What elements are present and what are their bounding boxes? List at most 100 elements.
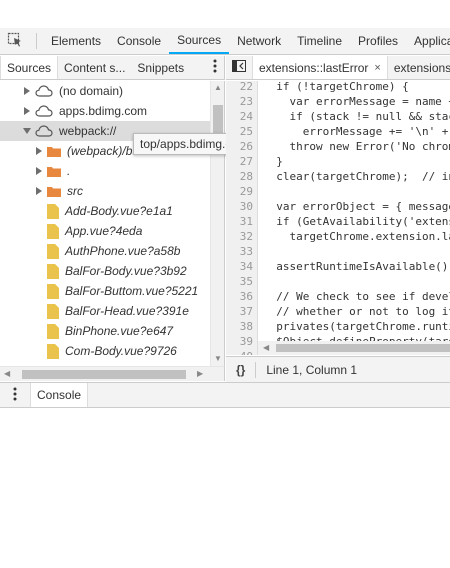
expand-arrow-icon[interactable] — [34, 186, 44, 196]
inspect-element-button[interactable] — [0, 28, 30, 54]
scroll-left-arrow-icon[interactable]: ◀ — [263, 343, 269, 353]
scroll-down-arrow-icon[interactable]: ▼ — [214, 354, 222, 364]
inspect-cursor-icon — [7, 32, 23, 51]
close-icon[interactable]: × — [374, 62, 380, 74]
expand-arrow-icon[interactable] — [34, 166, 44, 176]
expand-arrow-icon[interactable] — [34, 146, 44, 156]
drawer-tab-console[interactable]: Console — [30, 383, 89, 407]
code-text: // whether or not to log it — [263, 305, 450, 318]
code-line[interactable]: 27 } — [226, 154, 450, 169]
code-text: privates(targetChrome.runti — [263, 320, 450, 333]
tree-file-balfor-head[interactable]: BalFor-Head.vue?391e — [0, 301, 210, 321]
line-number[interactable]: 33 — [226, 244, 253, 259]
tree-vertical-scrollbar[interactable]: ▲ ▼ — [210, 81, 225, 366]
code-line[interactable]: 31 if (GetAvailability('extens — [226, 214, 450, 229]
code-line[interactable]: 34 assertRuntimeIsAvailable(); — [226, 259, 450, 274]
scroll-left-arrow-icon[interactable]: ◀ — [4, 369, 10, 379]
line-number[interactable]: 29 — [226, 184, 253, 199]
code-line[interactable]: 32 targetChrome.extension.la — [226, 229, 450, 244]
tree-item-no-domain[interactable]: (no domain) — [0, 81, 210, 101]
code-line[interactable]: 30 var errorObject = { message — [226, 199, 450, 214]
tab-console[interactable]: Console — [109, 28, 169, 54]
code-line[interactable]: 24 if (stack != null && stac — [226, 109, 450, 124]
navigator-tab-sources[interactable]: Sources — [0, 56, 59, 79]
line-number[interactable]: 36 — [226, 289, 253, 304]
line-number[interactable]: 26 — [226, 139, 253, 154]
editor-tab-extensions[interactable]: extensions:: — [388, 56, 450, 79]
line-number[interactable]: 27 — [226, 154, 253, 169]
devtools-main-tabbar: Elements Console Sources Network Timelin… — [0, 28, 450, 55]
line-number[interactable]: 25 — [226, 124, 253, 139]
expand-arrow-icon[interactable] — [22, 106, 32, 116]
tree-file-balfor-body[interactable]: BalFor-Body.vue?3b92 — [0, 261, 210, 281]
console-panel[interactable] — [0, 408, 450, 568]
tree-file-balfor-buttom[interactable]: BalFor-Buttom.vue?5221 — [0, 281, 210, 301]
line-number[interactable]: 39 — [226, 334, 253, 349]
scrollbar-thumb[interactable] — [276, 344, 450, 352]
tree-file-app[interactable]: App.vue?4eda — [0, 221, 210, 241]
tree-file-authphone[interactable]: AuthPhone.vue?a58b — [0, 241, 210, 261]
tab-elements[interactable]: Elements — [43, 28, 109, 54]
code-line[interactable]: 26 throw new Error('No chrom — [226, 139, 450, 154]
code-text: if (!targetChrome) { — [263, 81, 409, 93]
scroll-up-arrow-icon[interactable]: ▲ — [214, 83, 222, 93]
navigator-tab-content-scripts[interactable]: Content s... — [58, 56, 131, 79]
tree-item-label: apps.bdimg.com — [59, 104, 148, 118]
line-number[interactable]: 23 — [226, 94, 253, 109]
tree-file-add-body[interactable]: Add-Body.vue?e1a1 — [0, 201, 210, 221]
tree-file-com-body[interactable]: Com-Body.vue?9726 — [0, 341, 210, 361]
tree-item-src-folder[interactable]: src — [0, 181, 210, 201]
code-line[interactable]: 22 if (!targetChrome) { — [226, 81, 450, 94]
code-editor[interactable]: 22 if (!targetChrome) {23 var errorMessa… — [226, 81, 450, 355]
file-icon — [47, 263, 59, 279]
code-line[interactable]: 25 errorMessage += '\n' + — [226, 124, 450, 139]
code-text: // We check to see if devel — [263, 290, 450, 303]
line-number[interactable]: 28 — [226, 169, 253, 184]
editor-tab-lasterror[interactable]: extensions::lastError × — [252, 56, 388, 79]
tab-profiles[interactable]: Profiles — [350, 28, 406, 54]
navigator-tab-snippets[interactable]: Snippets — [131, 56, 190, 79]
expand-arrow-icon[interactable] — [22, 86, 32, 96]
toggle-navigator-button[interactable] — [226, 56, 252, 79]
tree-item-label: . — [67, 164, 71, 178]
editor-horizontal-scrollbar[interactable]: ◀ — [258, 341, 450, 355]
code-line[interactable]: 33 — [226, 244, 450, 259]
code-text: var errorObject = { message — [263, 200, 450, 213]
tree-item-label: src — [67, 184, 83, 198]
tree-item-apps-bdimg[interactable]: apps.bdimg.com — [0, 101, 210, 121]
tree-item-dot-folder[interactable]: . — [0, 161, 210, 181]
line-number[interactable]: 31 — [226, 214, 253, 229]
code-line[interactable]: 29 — [226, 184, 450, 199]
code-line[interactable]: 28 clear(targetChrome); // in — [226, 169, 450, 184]
line-number[interactable]: 38 — [226, 319, 253, 334]
pretty-print-button[interactable]: {} — [226, 363, 255, 377]
cloud-icon — [35, 85, 53, 97]
tab-application[interactable]: Applica — [406, 28, 450, 54]
code-line[interactable]: 36 // We check to see if devel — [226, 289, 450, 304]
line-number[interactable]: 40 — [226, 349, 253, 355]
line-number[interactable]: 30 — [226, 199, 253, 214]
code-line[interactable]: 38 privates(targetChrome.runti — [226, 319, 450, 334]
scrollbar-thumb[interactable] — [22, 370, 186, 379]
tree-horizontal-scrollbar[interactable]: ◀ ▶ — [0, 366, 225, 381]
tab-timeline[interactable]: Timeline — [289, 28, 350, 54]
tree-file-binphone[interactable]: BinPhone.vue?e647 — [0, 321, 210, 341]
line-number[interactable]: 37 — [226, 304, 253, 319]
line-number[interactable]: 32 — [226, 229, 253, 244]
line-number[interactable]: 24 — [226, 109, 253, 124]
line-number[interactable]: 22 — [226, 81, 253, 94]
file-icon — [47, 283, 59, 299]
line-number[interactable]: 34 — [226, 259, 253, 274]
code-line[interactable]: 23 var errorMessage = name + — [226, 94, 450, 109]
file-icon — [47, 243, 59, 259]
scroll-right-arrow-icon[interactable]: ▶ — [197, 369, 203, 379]
drawer-menu-button[interactable] — [0, 383, 30, 407]
code-line[interactable]: 37 // whether or not to log it — [226, 304, 450, 319]
tab-sources[interactable]: Sources — [169, 28, 230, 54]
navigator-more-menu[interactable] — [206, 56, 224, 79]
code-line[interactable]: 35 — [226, 274, 450, 289]
code-text: clear(targetChrome); // in — [263, 170, 450, 183]
collapse-arrow-icon[interactable] — [22, 126, 32, 136]
tab-network[interactable]: Network — [229, 28, 289, 54]
line-number[interactable]: 35 — [226, 274, 253, 289]
